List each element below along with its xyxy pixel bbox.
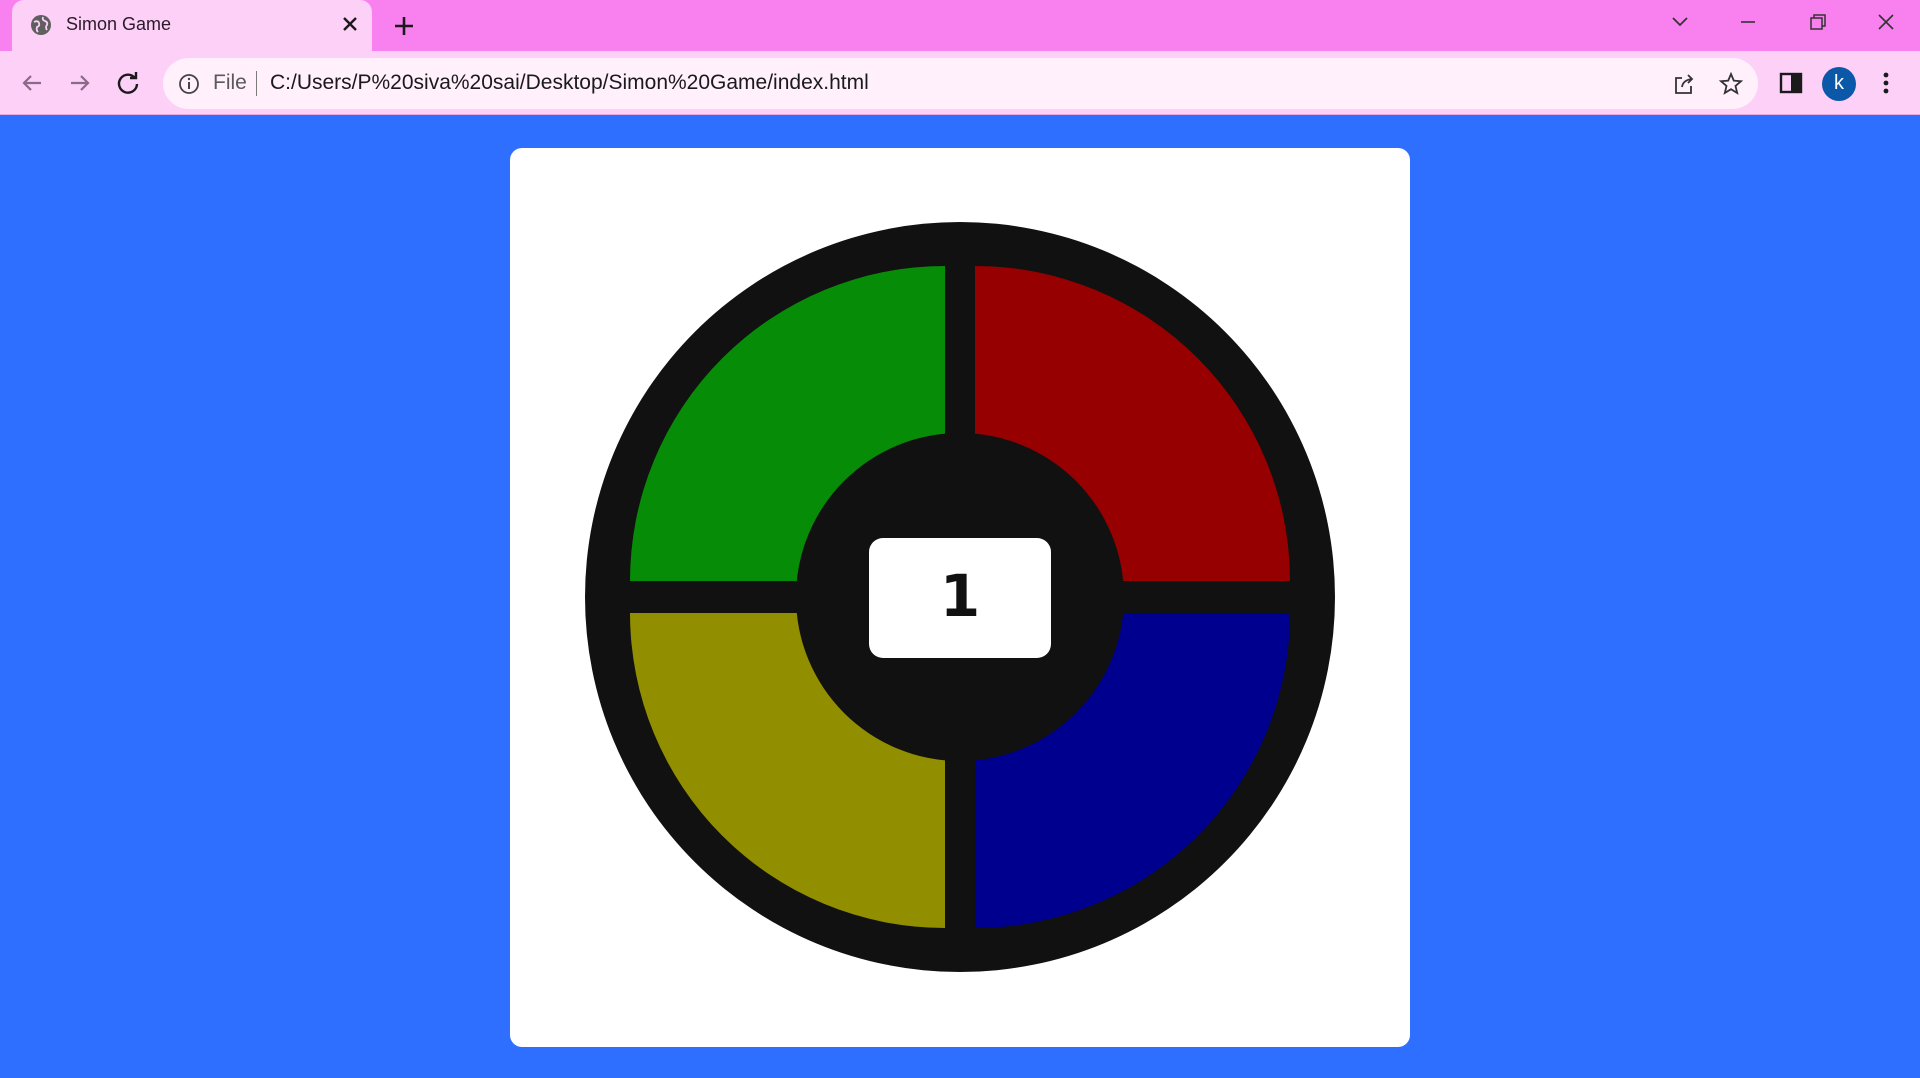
score-value: 1 — [939, 562, 981, 630]
forward-icon[interactable] — [64, 67, 96, 99]
side-panel-icon[interactable] — [1775, 67, 1807, 99]
address-bar[interactable]: File C:/Users/P%20siva%20sai/Desktop/Sim… — [163, 58, 1758, 109]
tab-simon-game[interactable]: Simon Game — [12, 0, 372, 51]
new-tab-icon[interactable] — [390, 12, 418, 40]
more-icon[interactable] — [1870, 67, 1902, 99]
star-icon[interactable] — [1718, 71, 1744, 97]
simon-board: 1 — [585, 222, 1335, 972]
tab-title: Simon Game — [66, 14, 172, 34]
scheme-label: File — [213, 71, 247, 94]
globe-icon — [31, 15, 51, 35]
toolbar: File C:/Users/P%20siva%20sai/Desktop/Sim… — [0, 51, 1920, 115]
tab-strip: Simon Game — [0, 0, 1920, 51]
close-icon[interactable] — [1866, 8, 1906, 36]
share-icon[interactable] — [1671, 71, 1697, 97]
tab-search-icon[interactable] — [1660, 8, 1700, 36]
game-card: 1 — [510, 148, 1410, 1047]
minimize-icon[interactable] — [1728, 8, 1768, 36]
url-text[interactable]: C:/Users/P%20siva%20sai/Desktop/Simon%20… — [270, 71, 869, 95]
browser-chrome: Simon Game File C:/Users/P%20siva%20sai/… — [0, 0, 1920, 115]
reload-icon[interactable] — [112, 67, 144, 99]
profile-avatar[interactable]: k — [1822, 67, 1856, 101]
back-icon[interactable] — [16, 67, 48, 99]
info-icon[interactable] — [177, 72, 201, 96]
restore-icon[interactable] — [1797, 8, 1837, 36]
score-display: 1 — [869, 538, 1051, 658]
address-separator — [256, 71, 257, 96]
tab-close-icon[interactable] — [338, 12, 362, 36]
